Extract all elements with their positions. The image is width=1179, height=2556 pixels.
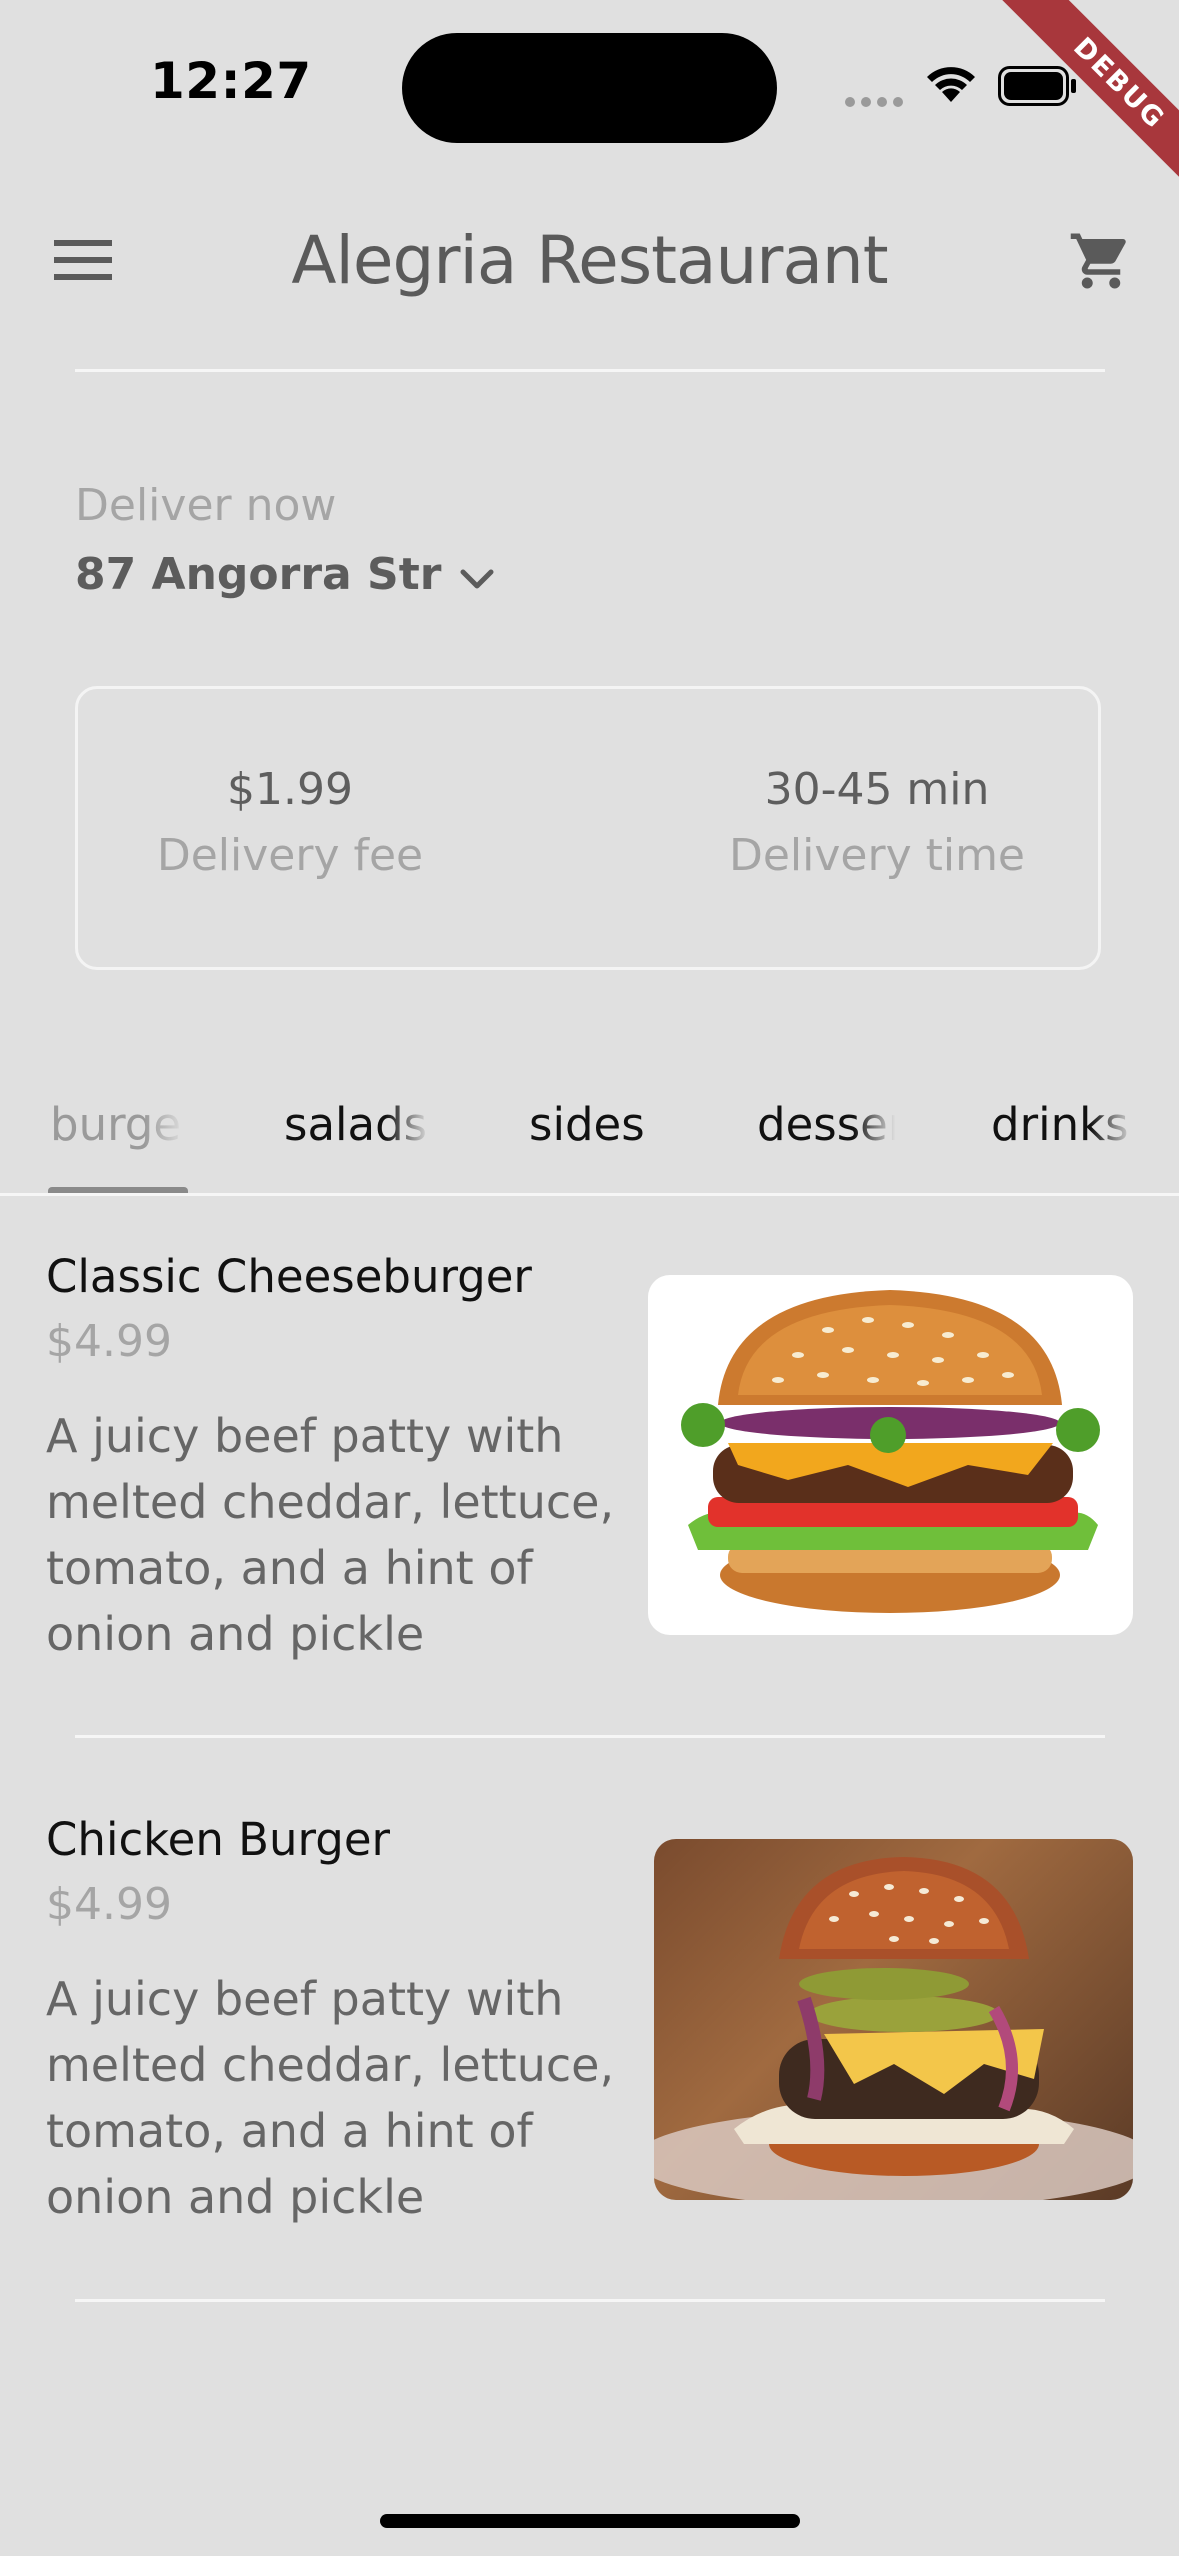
wifi-icon — [922, 60, 980, 108]
delivery-fee-value: $1.99 — [227, 764, 353, 815]
address-text: 87 Angorra Str — [75, 549, 442, 600]
delivery-time-label: Delivery time — [728, 830, 1026, 881]
delivery-fee: $1.99 Delivery fee — [90, 768, 490, 878]
debug-label: DEBUG — [996, 0, 1179, 200]
page-title: Alegria Restaurant — [291, 222, 888, 299]
deliver-now-label: Deliver now — [75, 480, 337, 531]
header-divider — [75, 369, 1105, 372]
tab-salads[interactable]: salads — [284, 1098, 429, 1151]
delivery-time: 30-45 min Delivery time — [677, 768, 1077, 878]
home-indicator[interactable] — [380, 2514, 800, 2528]
cheeseburger-image — [648, 1275, 1133, 1635]
menu-item-price: $4.99 — [46, 1316, 172, 1367]
menu-item-chicken-burger[interactable]: Chicken Burger $4.99 A juicy beef patty … — [0, 1805, 1179, 2265]
menu-item-description: A juicy beef patty with melted cheddar, … — [46, 1972, 615, 2224]
address-selector[interactable]: 87 Angorra Str — [75, 546, 495, 603]
cellular-signal-icon — [845, 92, 909, 111]
tab-drinks[interactable]: drinks — [991, 1098, 1133, 1151]
menu-item-classic-cheeseburger[interactable]: Classic Cheeseburger $4.99 A juicy beef … — [0, 1240, 1179, 1700]
debug-banner: DEBUG — [979, 0, 1179, 200]
chevron-down-icon — [459, 552, 495, 603]
status-time: 12:27 — [150, 52, 312, 110]
menu-item-price: $4.99 — [46, 1879, 172, 1930]
dynamic-island — [402, 33, 777, 143]
menu-item-name: Classic Cheeseburger — [46, 1250, 532, 1303]
menu-item-name: Chicken Burger — [46, 1813, 391, 1866]
delivery-time-value: 30-45 min — [764, 764, 990, 815]
menu-item-description: A juicy beef patty with melted cheddar, … — [46, 1409, 615, 1661]
chicken-burger-image — [654, 1839, 1133, 2200]
cart-icon[interactable] — [1068, 228, 1134, 298]
delivery-fee-label: Delivery fee — [156, 830, 424, 881]
tab-desserts[interactable]: desserts — [757, 1098, 895, 1151]
tab-sides[interactable]: sides — [529, 1098, 669, 1151]
tabs-divider — [0, 1193, 1179, 1196]
menu-item-divider — [75, 1735, 1105, 1738]
tab-burgers[interactable]: burgers — [50, 1098, 185, 1151]
menu-item-divider — [75, 2299, 1105, 2302]
